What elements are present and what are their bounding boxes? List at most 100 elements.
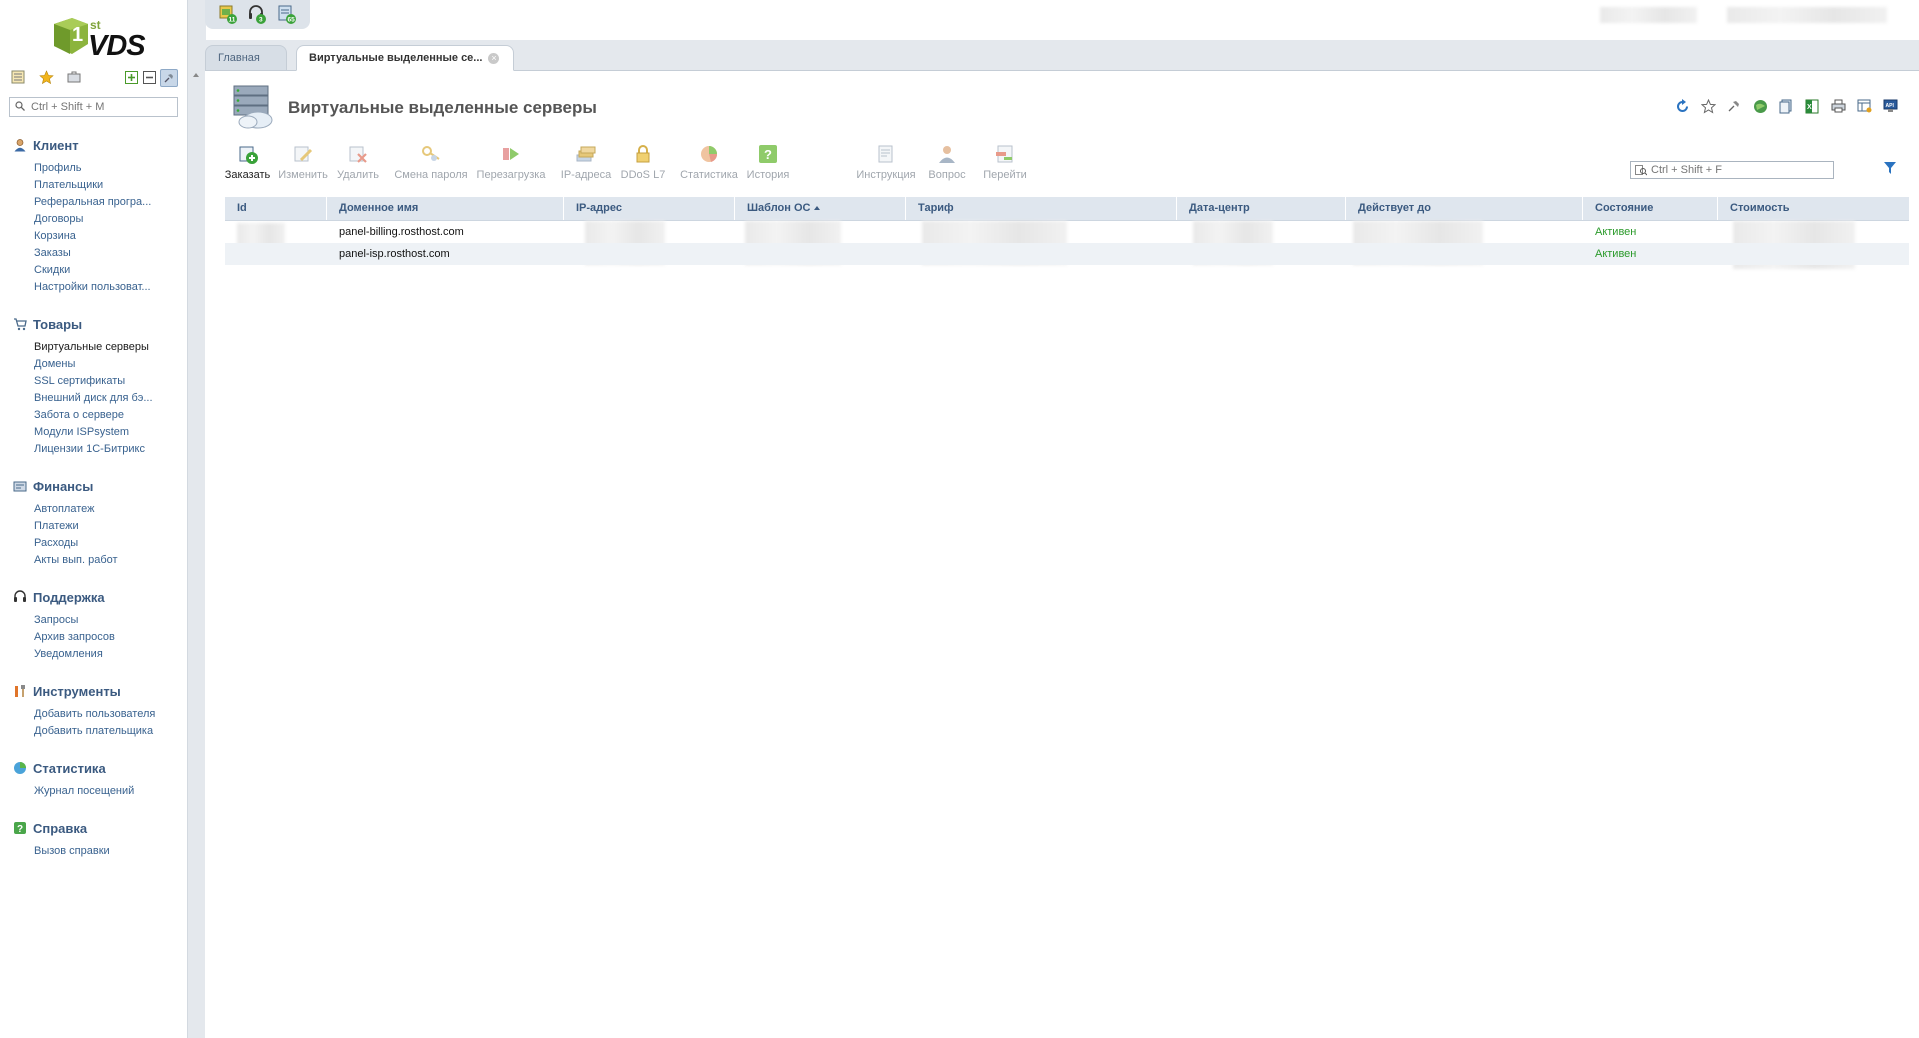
sidebar-item-domains[interactable]: Домены <box>34 356 153 373</box>
sidebar-item-profile[interactable]: Профиль <box>34 160 151 177</box>
instruction-button[interactable]: Инструкция <box>856 143 916 185</box>
support-badge: 3 <box>259 17 263 24</box>
sidebar-item-discounts[interactable]: Скидки <box>34 262 151 279</box>
sidebar-collapse-bar[interactable] <box>187 67 206 1038</box>
ip-addresses-button[interactable]: IP-адреса <box>560 143 612 185</box>
order-button[interactable]: Заказать <box>224 143 271 185</box>
sidebar-item-orders[interactable]: Заказы <box>34 245 151 262</box>
globe-icon[interactable] <box>1751 97 1769 115</box>
column-header-datacenter[interactable]: Дата-центр <box>1177 197 1346 220</box>
sidebar-item-tickets[interactable]: Запросы <box>34 612 115 629</box>
question-user-icon <box>939 146 955 163</box>
briefcase-icon[interactable] <box>66 69 82 85</box>
sidebar-item-notifications[interactable]: Уведомления <box>34 646 115 663</box>
goto-button[interactable]: Перейти <box>980 143 1030 185</box>
collapse-arrow-icon[interactable] <box>193 73 199 77</box>
funnel-icon[interactable] <box>1883 161 1897 175</box>
sidebar-item-help[interactable]: Вызов справки <box>34 843 110 860</box>
table-row[interactable]: panel-isp.rosthost.com Активен <box>225 243 1909 265</box>
history-button[interactable]: ? История <box>743 143 793 185</box>
api-icon[interactable]: API <box>1881 97 1899 115</box>
domain-cell: panel-isp.rosthost.com <box>339 248 450 260</box>
user-icon <box>14 139 26 152</box>
sidebar-search[interactable] <box>9 97 178 117</box>
column-header-domain[interactable]: Доменное имя <box>327 197 564 220</box>
sidebar-search-input[interactable] <box>31 99 171 115</box>
sidebar-group-title[interactable]: Статистика <box>13 759 106 777</box>
refresh-icon[interactable] <box>1673 97 1691 115</box>
edit-button[interactable]: Изменить <box>278 143 328 185</box>
sidebar-group-title[interactable]: Финансы <box>13 477 93 495</box>
sidebar-item-visit-log[interactable]: Журнал посещений <box>34 783 134 800</box>
sidebar-item-expenses[interactable]: Расходы <box>34 535 118 552</box>
search-icon <box>15 101 25 111</box>
headset-icon <box>14 590 26 602</box>
delete-button[interactable]: Удалить <box>336 143 380 185</box>
main-content: Виртуальные выделенные серверы X API Зак… <box>205 71 1919 1038</box>
sidebar-group-title[interactable]: Инструменты <box>13 682 121 700</box>
question-button[interactable]: Вопрос <box>924 143 970 185</box>
sidebar-item-add-payer[interactable]: Добавить плательщика <box>34 723 155 740</box>
support-icon[interactable]: 3 <box>246 3 268 25</box>
sidebar-group-title[interactable]: ? Справка <box>13 819 87 837</box>
sidebar-item-user-settings[interactable]: Настройки пользоват... <box>34 279 151 296</box>
logo[interactable]: 1 st VDS <box>48 10 146 62</box>
excel-export-icon[interactable]: X <box>1803 97 1821 115</box>
sidebar-item-server-care[interactable]: Забота о сервере <box>34 407 153 424</box>
column-header-cost[interactable]: Стоимость <box>1718 197 1909 220</box>
copy-icon[interactable] <box>1777 97 1795 115</box>
sidebar-item-acts[interactable]: Акты вып. работ <box>34 552 118 569</box>
sidebar-item-ssl[interactable]: SSL сертификаты <box>34 373 153 390</box>
print-icon[interactable] <box>1829 97 1847 115</box>
favorites-star-icon[interactable] <box>38 69 54 85</box>
domain-cell: panel-billing.rosthost.com <box>339 226 464 238</box>
ddos-button[interactable]: DDoS L7 <box>619 143 667 185</box>
lock-icon <box>636 145 650 163</box>
user-name-redacted[interactable] <box>1600 7 1697 23</box>
sidebar-item-add-user[interactable]: Добавить пользователя <box>34 706 155 723</box>
statistics-button[interactable]: Статистика <box>679 143 739 185</box>
tab-home[interactable]: Главная <box>205 45 287 70</box>
change-password-button[interactable]: Смена пароля <box>394 143 468 185</box>
sidebar-item-payers[interactable]: Плательщики <box>34 177 151 194</box>
column-header-os[interactable]: Шаблон ОС <box>735 197 906 220</box>
favorite-star-icon[interactable] <box>1699 97 1717 115</box>
menu-layout-icon[interactable] <box>10 69 26 85</box>
sidebar-item-payments[interactable]: Платежи <box>34 518 118 535</box>
collapse-all-icon[interactable] <box>141 69 157 85</box>
pin-page-icon[interactable] <box>1725 97 1743 115</box>
column-header-expires[interactable]: Действует до <box>1346 197 1583 220</box>
invoices-icon[interactable]: 65 <box>276 3 298 25</box>
sidebar-item-vps[interactable]: Виртуальные серверы <box>34 339 153 356</box>
table-row[interactable]: panel-billing.rosthost.com Активен <box>225 221 1909 269</box>
table-filter[interactable] <box>1630 161 1834 179</box>
expand-all-icon[interactable] <box>123 69 139 85</box>
sidebar-item-contracts[interactable]: Договоры <box>34 211 151 228</box>
sidebar-item-ticket-archive[interactable]: Архив запросов <box>34 629 115 646</box>
column-header-ip[interactable]: IP-адрес <box>564 197 735 220</box>
stats-icon <box>14 762 26 774</box>
sidebar-item-referral[interactable]: Реферальная програ... <box>34 194 151 211</box>
pin-icon[interactable] <box>160 69 178 87</box>
sidebar-item-bitrix[interactable]: Лицензии 1С-Битрикс <box>34 441 153 458</box>
sidebar-group-title[interactable]: Поддержка <box>13 588 105 606</box>
tab-bar: Главная Виртуальные выделенные се... × <box>205 40 1919 71</box>
table-settings-icon[interactable] <box>1855 97 1873 115</box>
orders-icon[interactable]: 11 <box>217 3 239 25</box>
order-add-icon <box>239 146 258 164</box>
sidebar-item-backup-disk[interactable]: Внешний диск для бэ... <box>34 390 153 407</box>
column-header-id[interactable]: Id <box>225 197 327 220</box>
column-header-tariff[interactable]: Тариф <box>906 197 1177 220</box>
filter-input[interactable] <box>1651 163 1829 177</box>
quick-access-bar: 11 3 65 <box>205 0 310 29</box>
sidebar-item-autopay[interactable]: Автоплатеж <box>34 501 118 518</box>
column-header-status[interactable]: Состояние <box>1583 197 1718 220</box>
sidebar-group-title[interactable]: Клиент <box>13 136 79 154</box>
sidebar-group-title[interactable]: Товары <box>13 315 82 333</box>
sidebar-item-cart[interactable]: Корзина <box>34 228 151 245</box>
account-info-redacted[interactable] <box>1727 7 1887 23</box>
sidebar-item-ispsystem[interactable]: Модули ISPsystem <box>34 424 153 441</box>
tab-vps[interactable]: Виртуальные выделенные се... × <box>296 45 514 71</box>
close-tab-icon[interactable]: × <box>488 52 500 64</box>
reboot-button[interactable]: Перезагрузка <box>476 143 546 185</box>
